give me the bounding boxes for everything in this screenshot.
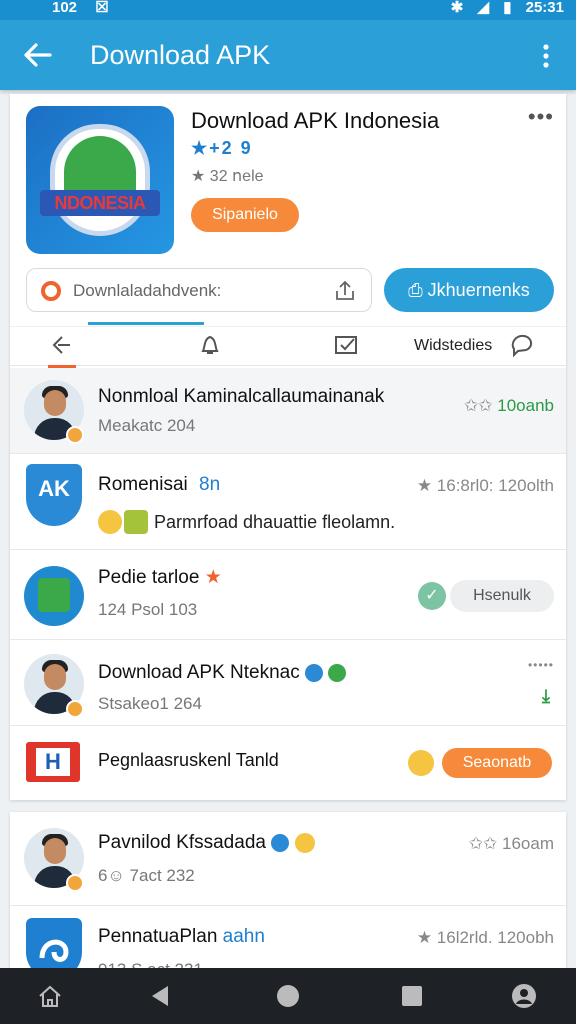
star-icon: ★	[204, 567, 222, 588]
avatar	[24, 566, 84, 626]
tab-tasks[interactable]	[332, 331, 360, 361]
wifi-icon: ✱	[450, 0, 464, 16]
smile-emoji-icon	[408, 750, 434, 776]
item-meta: ✩✩ 16oam	[469, 834, 554, 854]
app-bar: Download APK	[0, 20, 576, 90]
item-title: Nonmloal Kaminalcallaumainanak	[98, 386, 385, 407]
item-meta-value: 10oanb	[497, 396, 554, 415]
item-title-suffix: aahn	[222, 926, 265, 947]
list-item[interactable]: Nonmloal Kaminalcallaumainanak Meakatc 2…	[10, 368, 566, 454]
badge-icon	[66, 874, 84, 892]
list-item[interactable]: H Pegnlaasruskenl Tanld Seaonatb	[10, 726, 566, 798]
item-subtitle: Stsakeo1 264	[98, 694, 202, 713]
more-horiz-icon[interactable]: •••	[528, 106, 554, 128]
item-title: Pegnlaasruskenl Tanld	[98, 750, 279, 770]
home-icon[interactable]	[36, 982, 64, 1010]
app-size: ★ 32 ոele	[191, 168, 264, 185]
item-meta-value: 16oam	[502, 834, 554, 853]
status-time: 25:31	[525, 0, 564, 16]
verified-icon	[305, 663, 324, 682]
back-arrow-icon[interactable]	[20, 38, 54, 72]
list-item[interactable]: Pedie tarloe ★ 124 Psol 103 ✓ Hsenulk	[10, 550, 566, 640]
item-title: PennatuaPlan aahn	[98, 926, 265, 947]
nav-home-circle-icon[interactable]	[274, 982, 302, 1010]
item-title: Pavnilod Kfssadada	[98, 832, 315, 854]
item-meta: ✩✩ 10oanb	[464, 396, 554, 416]
status-icon-left-1: 102	[52, 0, 78, 16]
tab-notifications[interactable]	[196, 331, 224, 361]
action-pill-button[interactable]: Seaonatb	[442, 748, 552, 778]
system-nav-bar	[0, 968, 576, 1024]
tab-comments[interactable]	[508, 331, 536, 361]
status-bar: 102 ☒ ✱ ◢ ▮ 25:31	[0, 0, 576, 20]
search-input[interactable]: Downlaladahdvenk:	[26, 268, 372, 312]
emoji-icon	[98, 510, 122, 534]
bell-icon	[201, 335, 219, 354]
star-icon: ✩✩	[468, 834, 498, 853]
status-pill[interactable]: Hsenulk	[450, 580, 554, 612]
search-placeholder: Downlaladahdvenk:	[73, 281, 222, 300]
chevron-left-icon	[52, 336, 70, 354]
more-vert-icon[interactable]	[534, 42, 558, 70]
item-subtitle: Parmrfoad dhauattie fleolamn.	[154, 512, 396, 532]
star-icon: ✩✩	[464, 396, 493, 415]
emoji-icon	[294, 832, 315, 853]
app-rating: ★+2 9	[191, 138, 253, 158]
battery-icon: ▮	[503, 0, 512, 16]
app-logo: NDONESIA	[26, 106, 174, 254]
search-brand-icon	[41, 281, 61, 301]
status-icon-left-2: ☒	[95, 0, 109, 16]
nav-back-icon[interactable]	[146, 982, 174, 1010]
check-icon[interactable]: ✓	[418, 582, 446, 610]
tab-bar: Widstedies	[10, 326, 566, 368]
badge-icon	[66, 426, 84, 444]
checkbox-icon	[335, 336, 357, 354]
secondary-card: Pavnilod Kfssadada 6☺ 7act 232 ✩✩ 16oam …	[10, 812, 566, 982]
item-meta: ★ 16:8rl0: 120olth	[416, 476, 554, 495]
badge-icon	[66, 700, 84, 718]
app-bar-title: Download APK	[90, 40, 271, 70]
item-subtitle: 6☺ 7act 232	[98, 866, 195, 885]
share-icon[interactable]	[333, 279, 357, 303]
item-title: Download APK Nteknac	[98, 662, 347, 684]
item-title: Pedie tarloe ★	[98, 567, 222, 588]
signal-icon: ◢	[477, 0, 490, 16]
tab-label[interactable]: Widstedies	[414, 337, 492, 355]
download-icon[interactable]: ⤓	[542, 686, 550, 707]
list-item[interactable]: AK Romenisai 8n Parmrfoad dhauattie fleo…	[10, 454, 566, 550]
app-name: Download APK Indonesia	[191, 108, 440, 133]
check-badge-icon	[328, 663, 347, 682]
app-shield-logo: AK	[26, 464, 82, 526]
item-title-suffix: 8n	[199, 474, 221, 495]
notify-button[interactable]: ⎙ Jkhuernenks	[384, 268, 554, 312]
recents-icon[interactable]	[398, 982, 426, 1010]
item-title: Romenisai 8n	[98, 474, 221, 495]
item-subtitle: 124 Psol 103	[98, 600, 198, 619]
comment-icon	[511, 334, 532, 358]
list-item[interactable]: Pavnilod Kfssadada 6☺ 7act 232 ✩✩ 16oam	[10, 812, 566, 906]
logo-banner-text: NDONESIA	[40, 190, 160, 216]
main-card: NDONESIA Download APK Indonesia ★+2 9 ★ …	[10, 94, 566, 800]
account-icon[interactable]	[510, 982, 538, 1010]
app-tile-logo: H	[26, 742, 80, 782]
item-meta: •••••	[527, 658, 554, 672]
item-meta: ★ 16l2rld. 120obh	[416, 928, 554, 947]
list-item[interactable]: Download APK Nteknac Stsakeo1 264 ••••• …	[10, 640, 566, 726]
tab-back[interactable]	[46, 331, 76, 368]
search-focus-underline	[88, 322, 204, 325]
verified-icon	[271, 833, 290, 852]
item-subtitle: Meakatc 204	[98, 416, 196, 435]
install-button[interactable]: Sipanielo	[191, 198, 299, 232]
sticker-icon	[124, 510, 148, 534]
